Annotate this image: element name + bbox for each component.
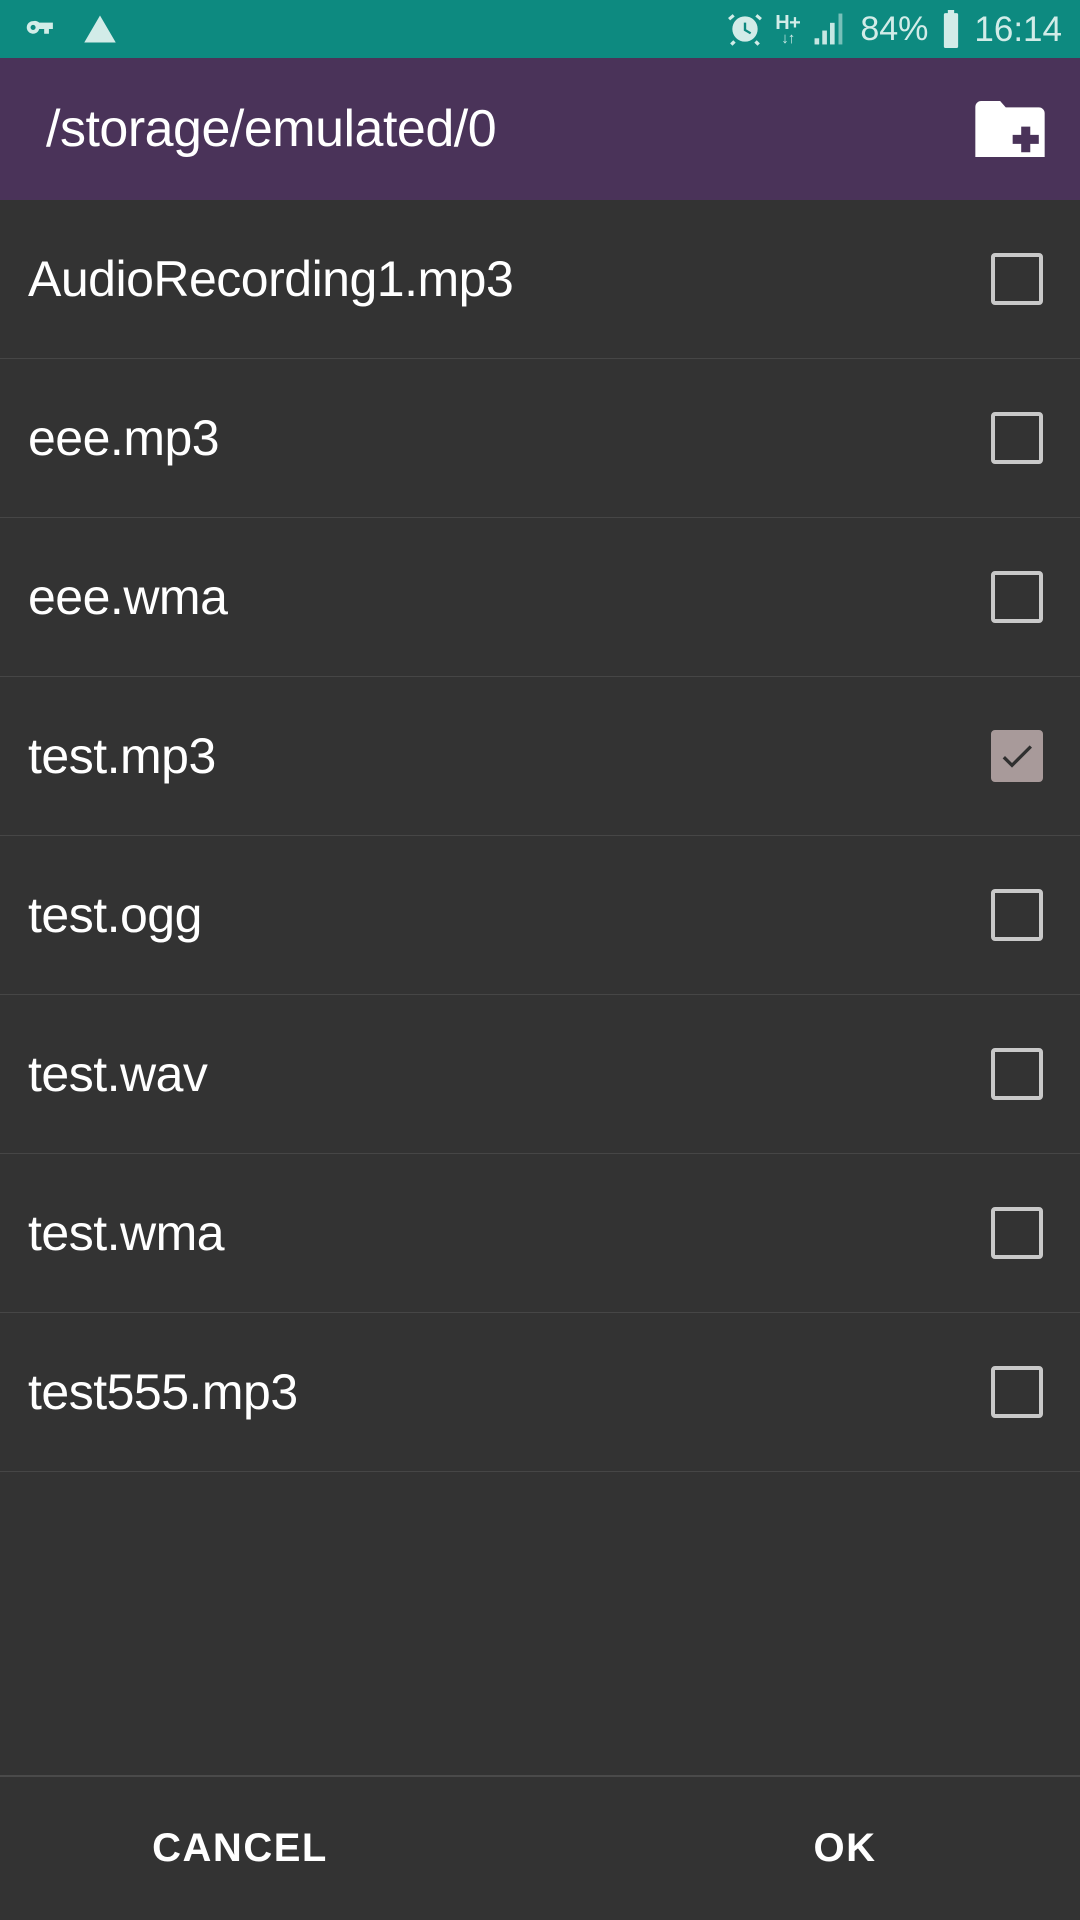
file-list[interactable]: AudioRecording1.mp3 eee.mp3 eee.wma test.mp… [0, 200, 1080, 1775]
file-name-label: test555.mp3 [28, 1364, 298, 1420]
checkbox-unchecked[interactable] [990, 1206, 1044, 1260]
dialog-button-bar: CANCEL OK [0, 1775, 1080, 1920]
file-row[interactable]: test.wma [0, 1154, 1080, 1313]
file-row[interactable]: eee.wma [0, 518, 1080, 677]
checkbox-box [991, 253, 1043, 305]
file-name-label: eee.wma [28, 569, 228, 625]
checkbox-box [991, 1366, 1043, 1418]
battery-icon [939, 10, 963, 48]
data-transfer-arrows-icon: ↓↑ [781, 29, 795, 47]
path-header-bar: /storage/emulated/0 [0, 58, 1080, 200]
file-name-label: test.ogg [28, 887, 202, 943]
file-name-label: test.wav [28, 1046, 208, 1102]
clock-label: 16:14 [974, 9, 1062, 49]
status-bar-right-icons: H+ ↓↑ 84% 16:14 [726, 10, 1062, 48]
ok-button[interactable]: OK [540, 1777, 1080, 1920]
checkbox-box [991, 889, 1043, 941]
checkbox-box [991, 412, 1043, 464]
file-name-label: AudioRecording1.mp3 [28, 251, 514, 307]
file-name-label: test.wma [28, 1205, 225, 1261]
create-new-folder-icon[interactable] [974, 93, 1046, 165]
checkbox-box [991, 1207, 1043, 1259]
battery-percent-label: 84% [860, 10, 929, 48]
file-row[interactable]: test555.mp3 [0, 1313, 1080, 1472]
checkbox-box [991, 730, 1043, 782]
check-icon [1002, 745, 1032, 768]
file-row[interactable]: test.wav [0, 995, 1080, 1154]
checkbox-box [991, 571, 1043, 623]
status-bar-left-icons [22, 10, 118, 48]
checkbox-checked[interactable] [990, 729, 1044, 783]
warning-triangle-icon [82, 11, 118, 47]
file-row[interactable]: eee.mp3 [0, 359, 1080, 518]
file-name-label: eee.mp3 [28, 410, 220, 466]
signal-bars-icon [811, 12, 849, 46]
checkbox-unchecked[interactable] [990, 888, 1044, 942]
checkbox-unchecked[interactable] [990, 1365, 1044, 1419]
checkbox-unchecked[interactable] [990, 252, 1044, 306]
file-name-label: test.mp3 [28, 728, 216, 784]
vpn-key-icon [22, 10, 60, 48]
status-bar: H+ ↓↑ 84% 16:14 [0, 0, 1080, 58]
checkbox-unchecked[interactable] [990, 1047, 1044, 1101]
file-picker-screen: H+ ↓↑ 84% 16:14 /storage/emulated/0 Audi… [0, 0, 1080, 1920]
file-row[interactable]: test.ogg [0, 836, 1080, 995]
cancel-button[interactable]: CANCEL [0, 1777, 540, 1920]
checkbox-unchecked[interactable] [990, 570, 1044, 624]
checkbox-box [991, 1048, 1043, 1100]
alarm-clock-icon [726, 10, 764, 48]
network-type-indicator: H+ ↓↑ [775, 13, 801, 47]
checkbox-unchecked[interactable] [990, 411, 1044, 465]
file-row[interactable]: AudioRecording1.mp3 [0, 200, 1080, 359]
file-row[interactable]: test.mp3 [0, 677, 1080, 836]
current-path-label: /storage/emulated/0 [46, 100, 497, 158]
